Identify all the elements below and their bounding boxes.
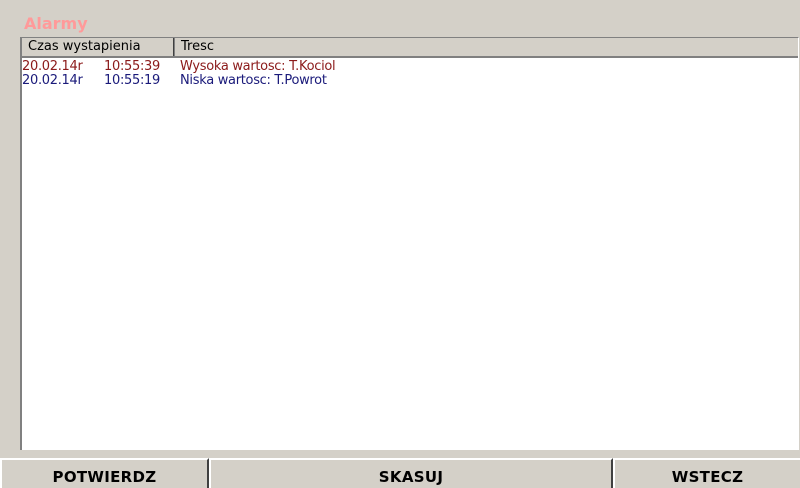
alarm-date: 20.02.14r [22,59,83,74]
footer-button-bar: POTWIERDZ SKASUJ WSTECZ [0,458,800,488]
alarm-screen: Alarmy Czas wystapienia Tresc 20.02.14r … [0,0,800,488]
alarm-time: 10:55:19 [104,73,160,88]
alarm-message: Niska wartosc: T.Powrot [180,73,327,88]
page-title: Alarmy [24,14,88,33]
table-row[interactable]: 20.02.14r 10:55:39 Wysoka wartosc: T.Koc… [22,60,798,74]
back-button[interactable]: WSTECZ [613,458,800,488]
column-headers: Czas wystapienia Tresc [22,38,798,58]
alarm-date: 20.02.14r [22,73,83,88]
column-header-content[interactable]: Tresc [175,38,265,56]
confirm-button[interactable]: POTWIERDZ [0,458,209,488]
alarm-message: Wysoka wartosc: T.Kociol [180,59,336,74]
clear-button[interactable]: SKASUJ [209,458,613,488]
alarm-time: 10:55:39 [104,59,160,74]
alarm-rows: 20.02.14r 10:55:39 Wysoka wartosc: T.Koc… [22,60,798,450]
alarm-list-panel: Czas wystapienia Tresc 20.02.14r 10:55:3… [20,37,799,450]
table-row[interactable]: 20.02.14r 10:55:19 Niska wartosc: T.Powr… [22,74,798,88]
column-header-time[interactable]: Czas wystapienia [22,38,175,56]
